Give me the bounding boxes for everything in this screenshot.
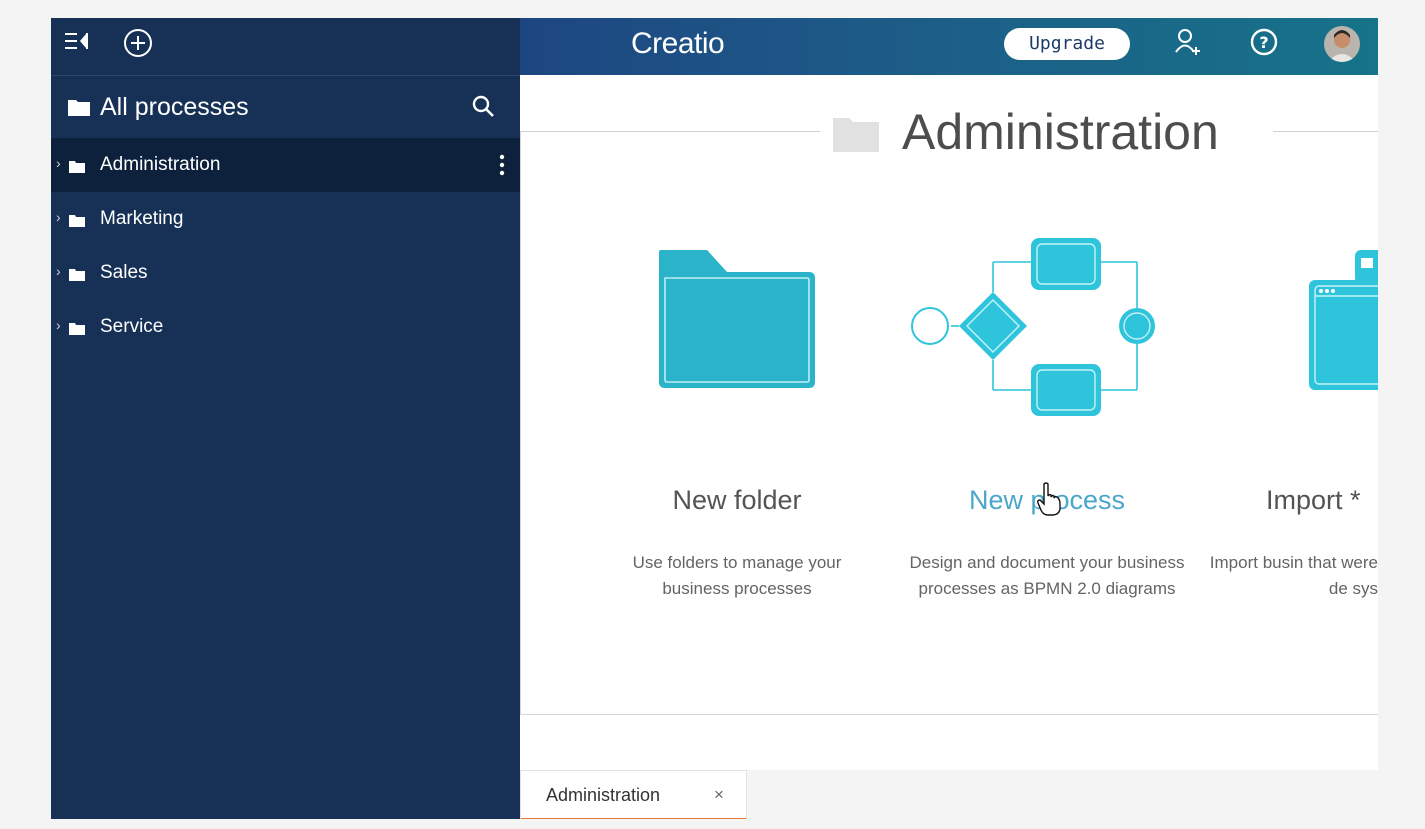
close-icon[interactable]: × [714, 785, 724, 805]
card-title[interactable]: New folder [577, 485, 897, 516]
sidebar-header: All processes [51, 76, 520, 138]
chevron-right-icon[interactable]: › [56, 155, 61, 171]
section-heading: Administration [520, 100, 1378, 162]
chevron-right-icon[interactable]: › [56, 263, 61, 279]
tab-administration[interactable]: Administration × [520, 770, 747, 819]
app-window: All processes › Administration › Marketi… [51, 18, 1378, 819]
sidebar: All processes › Administration › Marketi… [51, 18, 520, 819]
folder-icon [69, 268, 85, 286]
search-icon[interactable] [471, 94, 495, 123]
bpmn-diagram-icon [907, 232, 1157, 427]
chevron-right-icon[interactable]: › [56, 317, 61, 333]
avatar[interactable] [1324, 26, 1360, 62]
more-options-icon[interactable] [499, 154, 505, 181]
sidebar-item-marketing[interactable]: › Marketing [51, 192, 520, 246]
divider [1265, 131, 1378, 132]
top-header: Creatio Upgrade ? [520, 18, 1378, 75]
sidebar-toolbar [51, 18, 520, 76]
folder-icon [69, 322, 85, 340]
tab-label: Administration [546, 785, 661, 805]
card-title[interactable]: Import * [1266, 485, 1378, 516]
help-icon[interactable]: ? [1249, 27, 1279, 62]
app-logo[interactable]: Creatio [631, 27, 725, 61]
folder-icon [68, 99, 90, 121]
sidebar-item-service[interactable]: › Service [51, 300, 520, 354]
page-title: Administration [902, 104, 1219, 160]
sidebar-item-label: Administration [100, 154, 221, 175]
card-description: Import busin that were de sys [1209, 553, 1378, 598]
sidebar-item-sales[interactable]: › Sales [51, 246, 520, 300]
card-description: Design and document your business proces… [909, 553, 1185, 598]
svg-text:?: ? [1259, 33, 1268, 52]
folder-icon [657, 248, 817, 395]
chevron-right-icon[interactable]: › [56, 209, 61, 225]
sidebar-title: All processes [100, 93, 249, 121]
upgrade-button[interactable]: Upgrade [1004, 28, 1130, 60]
sidebar-item-label: Marketing [100, 208, 184, 229]
add-user-icon[interactable] [1174, 27, 1202, 62]
sidebar-item-label: Service [100, 316, 164, 337]
folder-icon [69, 160, 85, 178]
folder-icon [69, 214, 85, 232]
divider [520, 131, 830, 132]
folder-icon [833, 116, 879, 157]
import-window-icon [1309, 250, 1378, 395]
card-description: Use folders to manage your business proc… [632, 553, 842, 598]
import-card[interactable]: Import * Import busin that were de sys [1201, 230, 1378, 680]
sidebar-collapse-icon[interactable] [63, 28, 89, 59]
hand-cursor-icon [1037, 482, 1063, 521]
bottom-tab-bar: Administration × [520, 770, 1378, 819]
sidebar-item-label: Sales [100, 262, 148, 283]
add-icon[interactable] [123, 28, 153, 63]
sidebar-item-administration[interactable]: › Administration [51, 138, 520, 192]
